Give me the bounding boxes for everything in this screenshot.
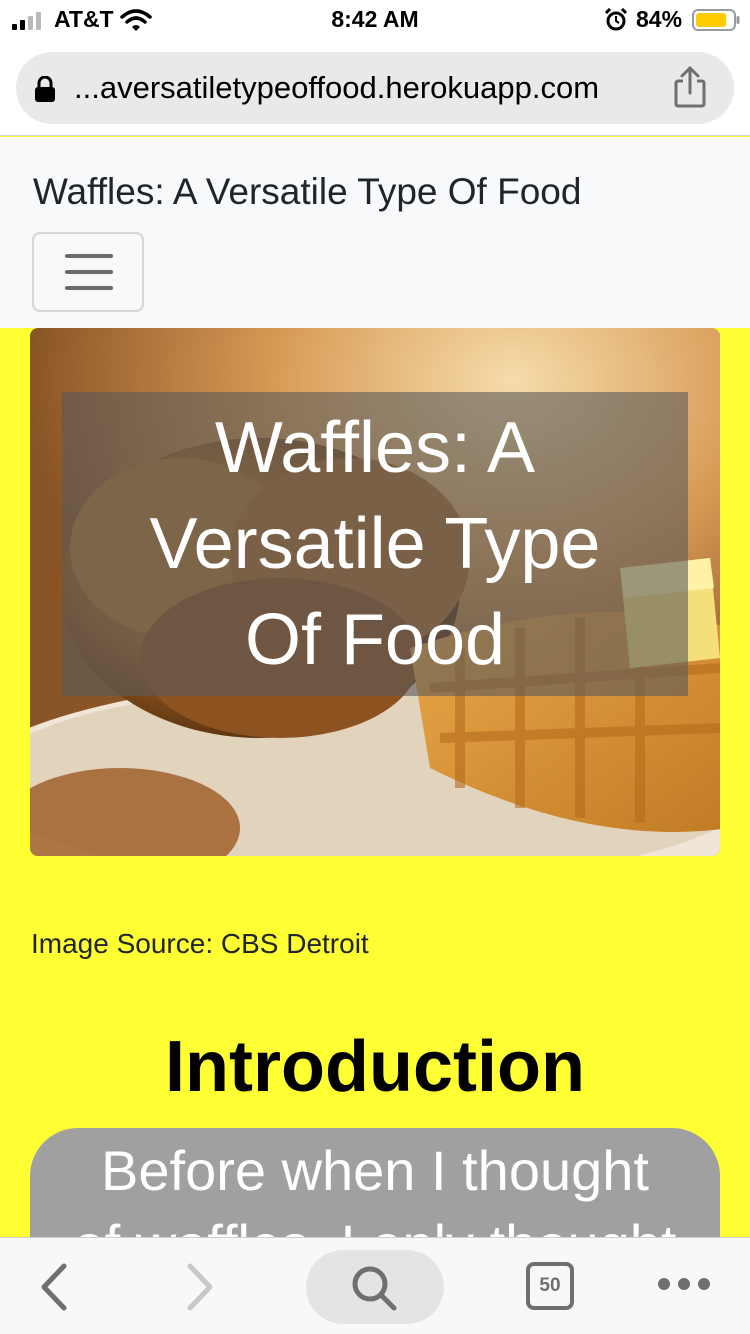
tabs-button[interactable]: 50 — [526, 1262, 574, 1310]
browser-toolbar: 50 — [0, 1237, 750, 1334]
back-icon[interactable] — [36, 1262, 72, 1312]
hero-caption-line: Of Food — [244, 600, 506, 680]
hero-caption-line: Versatile Type — [149, 504, 601, 584]
search-icon — [352, 1266, 397, 1311]
url-text[interactable]: ...aversatiletypeoffood.herokuapp.com — [74, 70, 599, 106]
address-bar[interactable]: ...aversatiletypeoffood.herokuapp.com — [16, 52, 734, 124]
navbar-toggler-button[interactable] — [32, 232, 144, 312]
battery-percent: 84% — [636, 6, 683, 32]
hamburger-icon — [65, 270, 113, 274]
more-icon[interactable] — [656, 1276, 712, 1292]
hero-caption-box: Waffles: A Versatile Type Of Food — [62, 392, 688, 696]
search-button[interactable] — [306, 1250, 444, 1324]
lock-icon — [35, 76, 55, 102]
introduction-heading: Introduction — [165, 1027, 585, 1107]
image-source-credit: Image Source: CBS Detroit — [31, 928, 369, 959]
forward-icon[interactable] — [182, 1262, 218, 1312]
navbar-brand[interactable]: Waffles: A Versatile Type Of Food — [33, 171, 581, 213]
hero-caption: Waffles: A Versatile Type Of Food — [62, 400, 688, 688]
hamburger-icon — [65, 254, 113, 258]
intro-line: Before when I thought — [101, 1139, 649, 1202]
alarm-icon — [604, 8, 628, 31]
hero-caption-line: Waffles: A — [214, 408, 536, 488]
status-bar: AT&T 8:42 AM 84% — [0, 0, 750, 40]
share-icon[interactable] — [670, 66, 710, 108]
browser-url-area: ...aversatiletypeoffood.herokuapp.com — [0, 40, 750, 136]
battery-icon — [692, 9, 740, 31]
hero-image: Waffles: A Versatile Type Of Food — [30, 328, 720, 856]
hamburger-icon — [65, 286, 113, 290]
site-navbar: Waffles: A Versatile Type Of Food — [0, 137, 750, 328]
